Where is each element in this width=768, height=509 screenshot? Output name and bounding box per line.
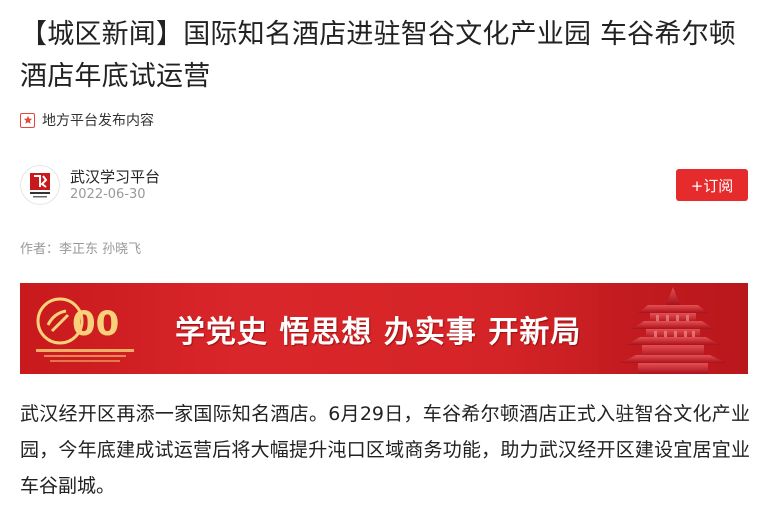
banner-slogan: 学党史 悟思想 办实事 开新局 <box>175 315 582 350</box>
article-body: 武汉经开区再添一家国际知名酒店。6月29日，车谷希尔顿酒店正式入驻智谷文化产业园… <box>20 403 750 497</box>
publisher-logo-icon <box>30 173 50 198</box>
source-tag-label: 地方平台发布内容 <box>42 113 154 129</box>
source-tag: 地方平台发布内容 <box>20 110 154 130</box>
star-badge-icon <box>20 112 35 128</box>
yellow-crane-tower-icon <box>598 283 748 374</box>
subscribe-button[interactable]: +订阅 <box>676 169 748 201</box>
article-title: 【城区新闻】国际知名酒店进驻智谷文化产业园 车谷希尔顿酒店年底试运营 <box>20 19 736 92</box>
centenary-emblem-icon: 00 <box>36 297 134 362</box>
publisher-row: 武汉学习平台 2022-06-30 +订阅 <box>20 165 748 205</box>
article-authors: 作者：李正东 孙晓飞 <box>20 242 142 257</box>
avatar[interactable] <box>20 165 60 205</box>
svg-text:00: 00 <box>72 304 119 344</box>
publisher-name[interactable]: 武汉学习平台 <box>70 166 160 187</box>
party-history-banner: 00 学党史 悟思想 办实事 开新局 <box>20 283 748 374</box>
publish-date: 2022-06-30 <box>70 187 146 202</box>
